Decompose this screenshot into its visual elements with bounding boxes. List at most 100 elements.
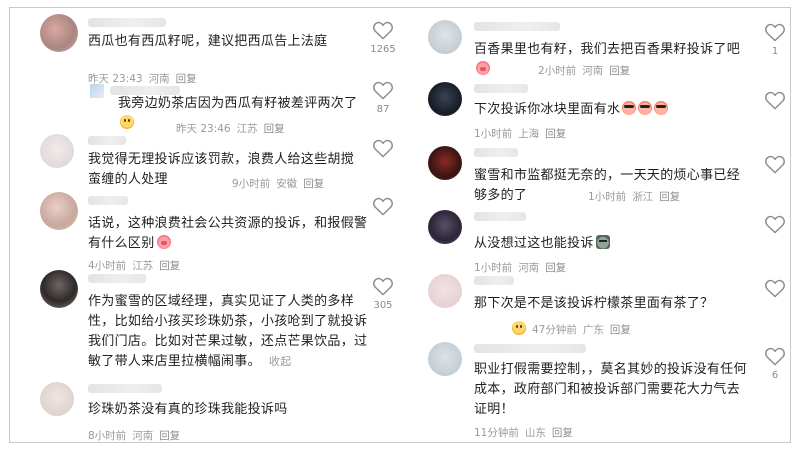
avatar[interactable]	[40, 134, 74, 168]
avatar[interactable]	[428, 342, 462, 376]
cool-face-emoji-icon	[638, 101, 653, 115]
username-blurred[interactable]	[474, 212, 526, 221]
smile-face-emoji-icon	[512, 321, 526, 335]
username-blurred[interactable]	[474, 84, 528, 93]
avatar[interactable]	[428, 210, 462, 244]
comment-location: 浙江	[632, 191, 654, 203]
comment-time: 1小时前	[588, 191, 627, 203]
comment-item: 从没想过这也能投诉 1小时前 河南 回复	[414, 206, 792, 274]
reply-button[interactable]: 回复	[610, 324, 631, 336]
comment-location: 河南	[132, 430, 154, 442]
username-blurred[interactable]	[88, 18, 166, 27]
like-button[interactable]	[762, 154, 788, 174]
heart-outline-icon	[765, 23, 785, 42]
pig-face-emoji-icon	[476, 61, 490, 75]
like-button[interactable]	[762, 278, 788, 298]
heart-outline-icon	[765, 279, 785, 298]
username-blurred[interactable]	[88, 274, 146, 283]
username-blurred[interactable]	[474, 276, 514, 285]
heart-outline-icon	[765, 155, 785, 174]
reply-button[interactable]: 回复	[545, 128, 566, 140]
avatar[interactable]	[428, 274, 462, 308]
comment-meta: 1小时前 上海 回复	[474, 126, 566, 141]
like-count: 305	[373, 300, 393, 311]
comment-location: 河南	[582, 65, 604, 77]
username-blurred[interactable]	[88, 196, 128, 205]
like-button[interactable]	[762, 90, 788, 110]
like-button[interactable]: 6	[762, 346, 788, 381]
heart-outline-icon	[765, 215, 785, 234]
like-count: 1	[771, 46, 779, 57]
like-button[interactable]: 305	[370, 276, 396, 311]
comment-meta: 47分钟前 广东 回复	[510, 321, 631, 337]
comment-location: 上海	[518, 128, 540, 140]
heart-outline-icon	[373, 81, 393, 100]
like-button[interactable]	[762, 214, 788, 234]
comment-text: 职业打假需要控制，，莫名其妙的投诉没有任何成本，政府部门和被投诉部门需要花大力气…	[474, 362, 747, 417]
comment-time: 47分钟前	[532, 324, 577, 336]
avatar[interactable]	[428, 146, 462, 180]
cool-face-emoji-icon	[654, 101, 669, 115]
like-count: 6	[771, 370, 779, 381]
username-blurred[interactable]	[88, 136, 126, 145]
comment-time: 2小时前	[538, 65, 577, 77]
comment-item: 职业打假需要控制，，莫名其妙的投诉没有任何成本，政府部门和被投诉部门需要花大力气…	[414, 340, 792, 440]
collapse-button[interactable]: 收起	[269, 355, 292, 368]
comment-screenshot: 西瓜也有西瓜籽呢，建议把西瓜告上法庭 昨天 23:43 河南 回复 1265 我旁边…	[9, 7, 791, 443]
comment-meta: 11分钟前 山东 回复	[474, 425, 573, 440]
comment-text: 西瓜也有西瓜籽呢，建议把西瓜告上法庭	[88, 34, 328, 49]
comment-item: 珍珠奶茶没有真的珍珠我能投诉吗 8小时前 河南 回复	[10, 378, 402, 442]
like-button[interactable]: 1	[762, 22, 788, 57]
like-button[interactable]: 87	[370, 80, 396, 115]
like-count: 87	[376, 104, 390, 115]
comment-text: 话说，这种浪费社会公共资源的投诉，和报假警有什么区别	[88, 216, 368, 251]
heart-outline-icon	[373, 139, 393, 158]
heart-outline-icon	[765, 347, 785, 366]
comment-item: 西瓜也有西瓜籽呢，建议把西瓜告上法庭 昨天 23:43 河南 回复 1265	[10, 8, 402, 85]
username-blurred[interactable]	[474, 344, 586, 353]
comment-text: 下次投诉你冰块里面有水	[474, 100, 750, 120]
comment-text: 那下次是不是该投诉柠檬茶里面有茶了？	[474, 296, 714, 311]
comment-text: 从没想过这也能投诉	[474, 234, 746, 254]
reply-button[interactable]: 回复	[659, 191, 680, 203]
reply-button[interactable]: 回复	[552, 427, 573, 439]
comment-item: 作为蜜雪的区域经理，真实见证了人类的多样性，比如给小孩买珍珠奶茶，小孩呛到了就投…	[10, 266, 402, 386]
username-blurred[interactable]	[474, 22, 560, 31]
comment-meta: 2小时前 河南 回复	[538, 63, 630, 78]
comment-location: 山东	[524, 427, 546, 439]
avatar[interactable]	[428, 82, 462, 116]
reply-button[interactable]: 回复	[159, 430, 180, 442]
like-count: 1265	[370, 44, 396, 55]
avatar[interactable]	[40, 382, 74, 416]
comment-text: 珍珠奶茶没有真的珍珠我能投诉吗	[88, 402, 288, 417]
smile-face-emoji-icon	[120, 115, 134, 129]
heart-outline-icon	[373, 21, 393, 40]
comment-location: 广东	[582, 324, 604, 336]
cool-face-emoji-icon	[622, 101, 637, 115]
comment-item: 下次投诉你冰块里面有水 1小时前 上海 回复	[414, 78, 792, 140]
username-blurred[interactable]	[88, 384, 162, 393]
comment-text: 作为蜜雪的区域经理，真实见证了人类的多样性，比如给小孩买珍珠奶茶，小孩呛到了就投…	[88, 294, 368, 369]
avatar[interactable]	[40, 270, 78, 308]
heart-outline-icon	[373, 197, 393, 216]
heart-outline-icon	[765, 91, 785, 110]
comment-meta: 1小时前 浙江 回复	[588, 189, 680, 204]
pig-face-emoji-icon	[156, 235, 171, 249]
comment-item: 那下次是不是该投诉柠檬茶里面有茶了？ 47分钟前 广东 回复	[414, 270, 792, 340]
like-button[interactable]	[370, 196, 396, 216]
reply-button[interactable]: 回复	[609, 65, 630, 77]
avatar[interactable]	[40, 14, 78, 52]
comment-item: 百香果里也有籽，我们去把百香果籽投诉了吧 2小时前 河南 回复 1	[414, 8, 792, 80]
comment-time: 1小时前	[474, 128, 513, 140]
comment-time: 8小时前	[88, 430, 127, 442]
avatar[interactable]	[90, 84, 104, 98]
like-button[interactable]: 1265	[370, 20, 396, 55]
like-button[interactable]	[370, 138, 396, 158]
username-blurred[interactable]	[474, 148, 518, 157]
comment-item: 蜜雪和市监都挺无奈的，一天天的烦心事已经够多的了 1小时前 浙江 回复	[414, 142, 792, 212]
avatar[interactable]	[40, 192, 78, 230]
comment-item: 我觉得无理投诉应该罚款，浪费人给这些胡搅蛮缠的人处理 9小时前 安徽 回复	[10, 130, 402, 190]
avatar[interactable]	[428, 20, 462, 54]
heart-outline-icon	[373, 277, 393, 296]
comment-meta: 8小时前 河南 回复	[88, 428, 180, 443]
